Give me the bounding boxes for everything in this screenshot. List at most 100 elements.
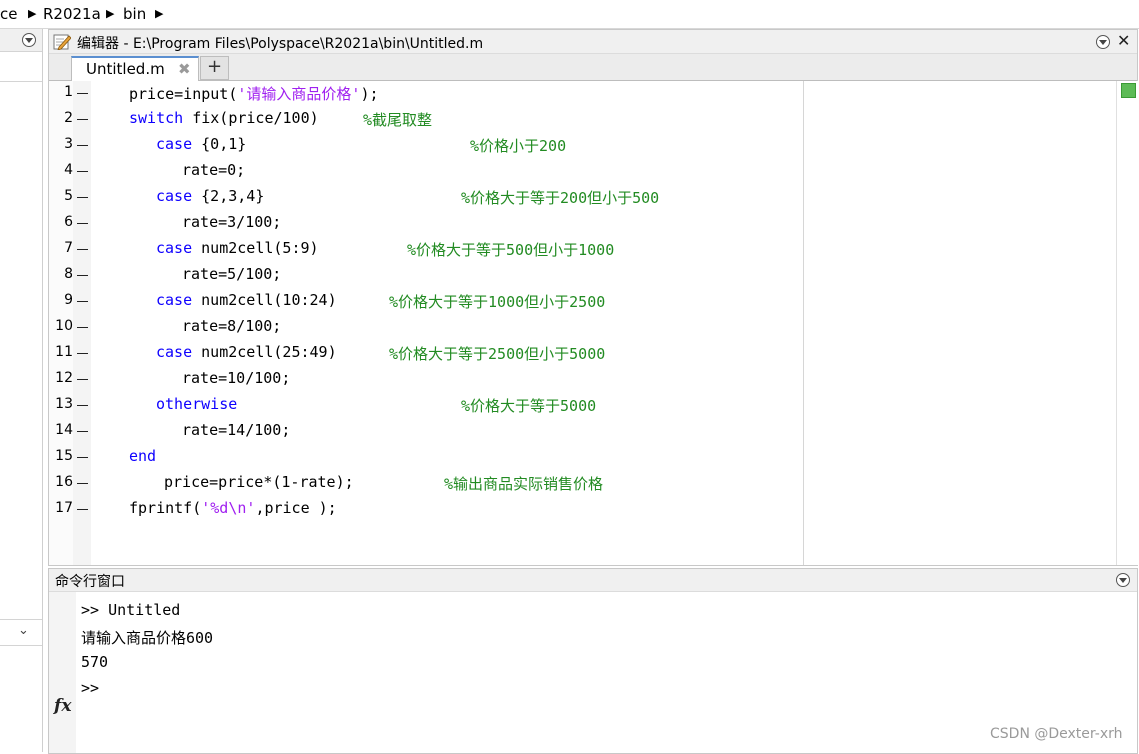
breakpoint-marker[interactable] bbox=[77, 483, 88, 484]
breakpoint-marker[interactable] bbox=[77, 353, 88, 354]
address-bar[interactable]: ce ▶ R2021a ▶ bin ▶ bbox=[0, 0, 1139, 29]
code-line[interactable]: 5 case {2,3,4} %价格大于等于200但小于500 bbox=[49, 185, 799, 211]
code-token: ,price ); bbox=[255, 499, 337, 517]
breadcrumb-item[interactable]: bin bbox=[123, 5, 146, 23]
code-token: fprintf( bbox=[129, 499, 202, 517]
line-number: 15 bbox=[55, 448, 73, 464]
line-number: 6 bbox=[64, 214, 73, 230]
code-token: rate=3/100; bbox=[182, 213, 282, 231]
tab-untitled[interactable]: Untitled.m ✖ bbox=[71, 56, 199, 81]
code-text: switch fix(price/100) bbox=[129, 109, 319, 127]
string-token: '%d\n' bbox=[201, 499, 256, 517]
breakpoint-marker[interactable] bbox=[77, 249, 88, 250]
breakpoint-marker[interactable] bbox=[77, 431, 88, 432]
code-line[interactable]: 7 case num2cell(5:9) %价格大于等于500但小于1000 bbox=[49, 237, 799, 263]
breakpoint-marker[interactable] bbox=[77, 405, 88, 406]
breakpoint-marker[interactable] bbox=[77, 171, 88, 172]
breakpoint-marker[interactable] bbox=[77, 197, 88, 198]
code-analyzer-ok-icon[interactable] bbox=[1121, 83, 1136, 98]
code-line[interactable]: 2 switch fix(price/100) %截尾取整 bbox=[49, 107, 799, 133]
add-tab-button[interactable]: + bbox=[200, 56, 229, 80]
breadcrumb-item[interactable]: ce bbox=[0, 5, 17, 23]
breakpoint-marker[interactable] bbox=[77, 509, 88, 510]
code-line[interactable]: 15 end bbox=[49, 445, 799, 471]
function-browser-icon[interactable]: fx bbox=[54, 696, 71, 716]
code-text: rate=10/100; bbox=[182, 369, 290, 387]
code-line[interactable]: 12 rate=10/100; bbox=[49, 367, 799, 393]
command-window-menu-icon[interactable] bbox=[1116, 573, 1130, 587]
breakpoint-marker[interactable] bbox=[77, 223, 88, 224]
code-text: rate=8/100; bbox=[182, 317, 281, 335]
code-token: rate=8/100; bbox=[182, 317, 282, 335]
line-number: 9 bbox=[64, 292, 73, 308]
code-text: rate=0; bbox=[182, 161, 245, 179]
code-line[interactable]: 8 rate=5/100; bbox=[49, 263, 799, 289]
command-gutter: fx bbox=[49, 592, 76, 753]
close-icon[interactable]: ✕ bbox=[1117, 31, 1130, 50]
string-token: '请输入商品价格' bbox=[237, 85, 361, 103]
line-number: 13 bbox=[55, 396, 73, 412]
line-number: 5 bbox=[64, 188, 73, 204]
breakpoint-marker[interactable] bbox=[77, 93, 88, 94]
code-line[interactable]: 1 price=input('请输入商品价格'); bbox=[49, 81, 799, 107]
code-line[interactable]: 17 fprintf('%d\n',price ); bbox=[49, 497, 799, 523]
code-token: price=price*(1-rate); bbox=[164, 473, 354, 491]
code-line[interactable]: 11 case num2cell(25:49) %价格大于等于2500但小于5000 bbox=[49, 341, 799, 367]
code-line[interactable]: 9 case num2cell(10:24) %价格大于等于1000但小于2500 bbox=[49, 289, 799, 315]
editor-menu-icon[interactable] bbox=[1096, 35, 1110, 49]
breakpoint-marker[interactable] bbox=[77, 457, 88, 458]
code-editor[interactable]: 1 price=input('请输入商品价格'); 2 switch fix(pric… bbox=[49, 81, 1138, 565]
chevron-down-icon[interactable]: ⌄ bbox=[18, 623, 29, 638]
keyword-token: case bbox=[156, 343, 193, 361]
breadcrumb-separator-icon: ▶ bbox=[106, 7, 115, 20]
line-number: 16 bbox=[55, 474, 73, 490]
code-line[interactable]: 6 rate=3/100; bbox=[49, 211, 799, 237]
code-token: num2cell(10:24) bbox=[192, 291, 337, 309]
breakpoint-marker[interactable] bbox=[77, 145, 88, 146]
line-number: 4 bbox=[64, 162, 73, 178]
code-text: case num2cell(25:49) bbox=[156, 343, 337, 361]
breadcrumb-separator-icon: ▶ bbox=[28, 7, 37, 20]
breadcrumb-item[interactable]: R2021a bbox=[43, 5, 101, 23]
command-prompt[interactable]: >> bbox=[81, 679, 99, 697]
code-token: {0,1} bbox=[192, 135, 247, 153]
tab-close-icon[interactable]: ✖ bbox=[178, 60, 191, 78]
code-line[interactable]: 16 price=price*(1-rate); %输出商品实际销售价格 bbox=[49, 471, 799, 497]
code-analyzer-bar bbox=[1116, 81, 1138, 565]
tab-label: Untitled.m bbox=[86, 60, 165, 78]
breadcrumb-separator-icon: ▶ bbox=[155, 7, 164, 20]
editor-title-bar: 编辑器 - E:\Program Files\Polyspace\R2021a\… bbox=[49, 30, 1137, 54]
code-text: rate=3/100; bbox=[182, 213, 281, 231]
code-comment: %价格大于等于1000但小于2500 bbox=[389, 293, 606, 311]
keyword-token: case bbox=[156, 135, 193, 153]
code-token: num2cell(25:49) bbox=[192, 343, 337, 361]
editor-pencil-icon bbox=[53, 34, 71, 50]
code-comment: %价格大于等于200但小于500 bbox=[461, 189, 660, 207]
breakpoint-marker[interactable] bbox=[77, 119, 88, 120]
divider bbox=[0, 645, 42, 646]
code-token: ); bbox=[360, 85, 379, 103]
code-line[interactable]: 4 rate=0; bbox=[49, 159, 799, 185]
code-text: price=price*(1-rate); bbox=[164, 473, 354, 491]
keyword-token: case bbox=[156, 187, 193, 205]
line-number: 8 bbox=[64, 266, 73, 282]
command-output: 570 bbox=[81, 653, 109, 671]
code-token: rate=14/100; bbox=[182, 421, 291, 439]
code-line[interactable]: 14 rate=14/100; bbox=[49, 419, 799, 445]
left-panel: ⌄ bbox=[0, 29, 43, 752]
code-comment: %价格大于等于5000 bbox=[461, 397, 597, 415]
breakpoint-marker[interactable] bbox=[77, 301, 88, 302]
breakpoint-marker[interactable] bbox=[77, 379, 88, 380]
panel-menu-icon[interactable] bbox=[22, 33, 36, 47]
code-token: price=input( bbox=[129, 85, 238, 103]
editor-tab-bar: Untitled.m ✖ + bbox=[49, 54, 1137, 81]
code-line[interactable]: 10 rate=8/100; bbox=[49, 315, 799, 341]
code-line[interactable]: 3 case {0,1} %价格小于200 bbox=[49, 133, 799, 159]
keyword-token: switch bbox=[129, 109, 184, 127]
breakpoint-marker[interactable] bbox=[77, 327, 88, 328]
code-line[interactable]: 13 otherwise %价格大于等于5000 bbox=[49, 393, 799, 419]
breakpoint-marker[interactable] bbox=[77, 275, 88, 276]
line-number: 14 bbox=[55, 422, 73, 438]
line-number: 3 bbox=[64, 136, 73, 152]
code-comment: %输出商品实际销售价格 bbox=[444, 475, 604, 493]
